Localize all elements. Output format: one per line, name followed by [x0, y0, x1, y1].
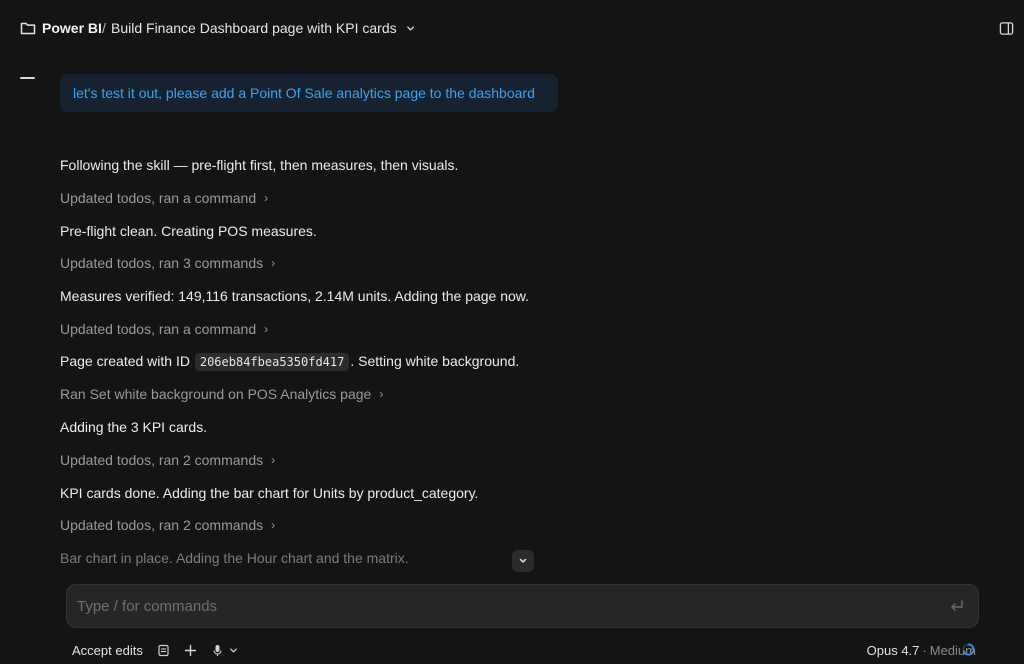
chevron-right-icon: › [271, 518, 276, 532]
model-separator: · [922, 643, 927, 658]
plus-icon[interactable] [184, 644, 197, 657]
tool-summary[interactable]: Updated todos, ran 2 commands › [60, 516, 275, 535]
tool-summary-label: Ran Set white background on POS Analytic… [60, 386, 372, 402]
chevron-down-icon [519, 558, 527, 563]
model-selector[interactable]: Opus 4.7 · Medium [867, 643, 976, 658]
microphone-icon[interactable] [211, 644, 224, 657]
tool-summary-label: Updated todos, ran 2 commands [60, 452, 264, 468]
assistant-text-part: Page created with ID [60, 353, 190, 369]
command-input[interactable] [77, 598, 917, 615]
scroll-to-bottom-button[interactable] [512, 550, 534, 572]
tool-summary[interactable]: Updated todos, ran 2 commands › [60, 451, 275, 470]
user-message-text: let's test it out, please add a Point Of… [73, 85, 535, 101]
accept-edits-button[interactable]: Accept edits [72, 643, 143, 658]
chevron-down-icon[interactable] [229, 646, 238, 655]
tool-summary[interactable]: Updated todos, ran 3 commands › [60, 254, 275, 273]
chevron-right-icon: › [379, 387, 384, 401]
enter-icon[interactable] [949, 599, 965, 613]
sidebar-panel-icon[interactable] [999, 21, 1014, 36]
tool-summary[interactable]: Updated todos, ran a command › [60, 189, 268, 208]
tool-summary-label: Updated todos, ran a command [60, 321, 257, 337]
model-name: Opus 4.7 [866, 643, 920, 658]
app-window: Power BI / Build Finance Dashboard page … [0, 0, 1024, 664]
document-icon[interactable] [157, 644, 170, 657]
user-message: let's test it out, please add a Point Of… [60, 74, 558, 112]
assistant-text: Measures verified: 149,116 transactions,… [60, 288, 530, 304]
assistant-text: Adding the 3 KPI cards. [60, 419, 208, 435]
breadcrumb-project[interactable]: Power BI [42, 20, 102, 36]
chevron-down-icon[interactable] [406, 24, 415, 33]
assistant-text: Following the skill — pre-flight first, … [60, 157, 459, 173]
assistant-text-part: . Setting white background. [350, 353, 520, 369]
assistant-text: KPI cards done. Adding the bar chart for… [60, 485, 479, 501]
tool-summary[interactable]: Ran Set white background on POS Analytic… [60, 385, 383, 404]
tool-summary-label: Updated todos, ran 2 commands [60, 517, 264, 533]
chevron-right-icon: › [264, 322, 269, 336]
breadcrumb-separator: / [102, 20, 106, 36]
chevron-right-icon: › [271, 453, 276, 467]
collapse-toggle[interactable] [20, 77, 35, 79]
page-id-code: 206eb84fbea5350fd417 [194, 353, 350, 371]
session-title[interactable]: Build Finance Dashboard page with KPI ca… [111, 20, 397, 36]
assistant-text: Bar chart in place. Adding the Hour char… [60, 550, 409, 566]
tool-summary-label: Updated todos, ran a command [60, 190, 257, 206]
composer-toolbar: Accept edits [72, 643, 238, 658]
folder-icon[interactable] [20, 20, 36, 36]
tool-summary-label: Updated todos, ran 3 commands [60, 255, 264, 271]
chevron-right-icon: › [264, 191, 269, 205]
header: Power BI / Build Finance Dashboard page … [0, 0, 1024, 58]
assistant-text: Page created with ID 206eb84fbea5350fd41… [60, 352, 519, 371]
assistant-text: Pre-flight clean. Creating POS measures. [60, 223, 317, 239]
tool-summary[interactable]: Updated todos, ran a command › [60, 320, 268, 339]
message-composer [66, 584, 979, 628]
spinner-icon [962, 643, 975, 656]
chevron-right-icon: › [271, 256, 276, 270]
